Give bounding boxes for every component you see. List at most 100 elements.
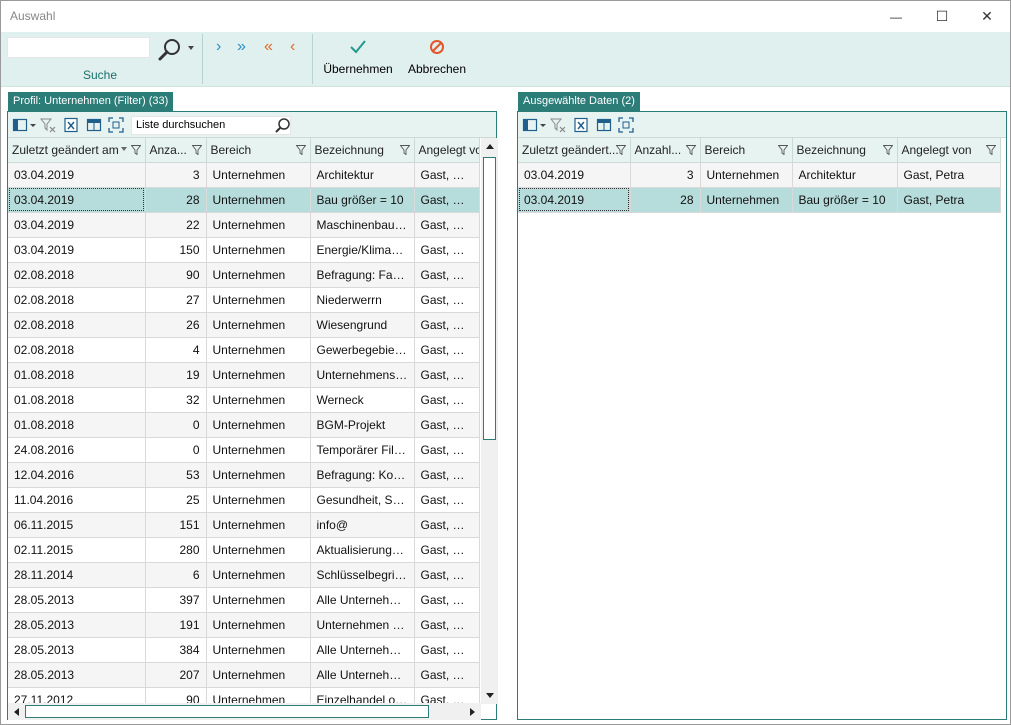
cell-count: 22	[145, 212, 207, 238]
table-row[interactable]: 03.04.2019 3 Unternehmen Architektur Gast, P…	[518, 162, 1001, 188]
scroll-down-button[interactable]	[481, 687, 498, 704]
table-row[interactable]: 01.08.2018 0 Unternehmen BGM-Projekt Gast, P…	[8, 412, 480, 438]
excel-export-icon[interactable]	[63, 117, 79, 133]
filter-icon[interactable]	[191, 145, 202, 155]
column-header-name[interactable]: Bezeichnung	[792, 138, 898, 163]
column-header-area[interactable]: Bereich	[700, 138, 793, 163]
column-header-count[interactable]: Anza...	[145, 138, 207, 163]
fit-columns-icon[interactable]	[108, 117, 124, 133]
fit-columns-icon[interactable]	[618, 117, 634, 133]
clear-filter-icon[interactable]	[550, 117, 566, 133]
search-options-dropdown[interactable]	[188, 46, 194, 50]
table-row[interactable]: 02.08.2018 4 Unternehmen Gewerbegebiete... G…	[8, 337, 480, 363]
cancel-button[interactable]: Abbrechen	[405, 38, 469, 76]
cell-created-by: Gast, Petra	[414, 462, 480, 488]
cell-area: Unternehmen	[206, 662, 311, 688]
list-search-input[interactable]: Liste durchsuchen	[131, 116, 291, 135]
cell-date: 28.05.2013	[8, 587, 146, 613]
close-icon: ✕	[981, 8, 993, 24]
cell-name: Befragung: Fach...	[310, 262, 415, 288]
table-row[interactable]: 03.04.2019 3 Unternehmen Architektur Gast, P…	[8, 162, 480, 188]
filter-icon[interactable]	[777, 145, 788, 155]
table-row[interactable]: 28.11.2014 6 Unternehmen Schlüsselbegriff..…	[8, 562, 480, 588]
left-horizontal-scrollbar[interactable]	[8, 703, 481, 720]
cell-created-by: Gast, Petra	[414, 162, 480, 188]
filter-icon[interactable]	[985, 145, 996, 155]
column-header-count[interactable]: Anzahl...	[630, 138, 701, 163]
column-header-date[interactable]: Zuletzt geändert...	[518, 138, 631, 163]
table-row[interactable]: 12.04.2016 53 Unternehmen Befragung: Koop..…	[8, 462, 480, 488]
list-search-icon[interactable]	[274, 117, 291, 134]
columns-dropdown[interactable]	[30, 124, 36, 127]
table-row[interactable]: 02.08.2018 90 Unternehmen Befragung: Fach..…	[8, 262, 480, 288]
table-row[interactable]: 28.05.2013 191 Unternehmen Unternehmen mi..…	[8, 612, 480, 638]
table-row[interactable]: 01.08.2018 32 Unternehmen Werneck Gast, Petr…	[8, 387, 480, 413]
right-panel: Zuletzt geändert... Anzahl... Bereich Be…	[517, 111, 1007, 720]
column-header-date[interactable]: Zuletzt geändert am	[8, 138, 146, 163]
scroll-right-button[interactable]	[464, 703, 481, 720]
table-row[interactable]: 03.04.2019 22 Unternehmen Maschinenbau-... G…	[8, 212, 480, 238]
ribbon-separator	[202, 34, 203, 84]
table-row[interactable]: 28.05.2013 397 Unternehmen Alle Unternehme.…	[8, 587, 480, 613]
scroll-up-button[interactable]	[481, 138, 498, 155]
accept-button[interactable]: Übernehmen	[323, 38, 393, 76]
column-header-name[interactable]: Bezeichnung	[310, 138, 415, 163]
cell-area: Unternehmen	[206, 362, 311, 388]
column-header-label: Angelegt von	[418, 142, 479, 157]
layout-icon[interactable]	[596, 117, 612, 133]
move-all-back-button[interactable]: «	[264, 38, 273, 56]
filter-icon[interactable]	[295, 145, 306, 155]
filter-icon[interactable]	[399, 145, 410, 155]
filter-icon[interactable]	[882, 145, 893, 155]
search-input[interactable]	[7, 37, 150, 58]
table-row[interactable]: 03.04.2019 28 Unternehmen Bau größer = 10 Ga…	[518, 187, 1001, 213]
left-vertical-scrollbar[interactable]	[481, 138, 498, 704]
table-row[interactable]: 24.08.2016 0 Unternehmen Temporärer Filter G…	[8, 437, 480, 463]
table-row[interactable]: 02.08.2018 27 Unternehmen Niederwerrn Gast, …	[8, 287, 480, 313]
search-button[interactable]	[157, 37, 183, 63]
right-grid-header-row: Zuletzt geändert... Anzahl... Bereich Be…	[518, 138, 1001, 163]
close-button[interactable]: ✕	[964, 1, 1010, 32]
excel-export-icon[interactable]	[573, 117, 589, 133]
cell-date: 28.05.2013	[8, 662, 146, 688]
table-row[interactable]: 28.05.2013 207 Unternehmen Alle Unternehme.…	[8, 662, 480, 688]
cell-date: 02.08.2018	[8, 287, 146, 313]
columns-dropdown[interactable]	[540, 124, 546, 127]
cell-created-by: Gast, Petra	[414, 287, 480, 313]
maximize-button[interactable]: ☐	[919, 1, 965, 32]
cell-date: 03.04.2019	[8, 237, 146, 263]
columns-icon[interactable]	[522, 117, 538, 133]
filter-icon[interactable]	[685, 145, 696, 155]
table-row[interactable]: 03.04.2019 150 Unternehmen Energie/Klimasc.…	[8, 237, 480, 263]
layout-icon[interactable]	[86, 117, 102, 133]
columns-icon[interactable]	[12, 117, 28, 133]
cell-area: Unternehmen	[206, 562, 311, 588]
clear-filter-icon[interactable]	[40, 117, 56, 133]
table-row[interactable]: 03.04.2019 28 Unternehmen Bau größer = 10 Ga…	[8, 187, 480, 213]
left-panel-tab[interactable]: Profil: Unternehmen (Filter) (33)	[8, 92, 174, 111]
minimize-button[interactable]: —	[873, 1, 919, 32]
cell-area: Unternehmen	[206, 237, 311, 263]
move-back-button[interactable]: ‹	[290, 38, 295, 56]
column-header-created-by[interactable]: Angelegt von	[897, 138, 1001, 163]
table-row[interactable]: 11.04.2016 25 Unternehmen Gesundheit, Soz..…	[8, 487, 480, 513]
scroll-left-button[interactable]	[8, 703, 25, 720]
cell-name: Architektur	[792, 162, 898, 188]
scroll-thumb[interactable]	[483, 157, 496, 440]
table-row[interactable]: 02.11.2015 280 Unternehmen Aktualisierungsk…	[8, 537, 480, 563]
right-panel-tab[interactable]: Ausgewählte Daten (2)	[518, 92, 640, 111]
cell-count: 28	[630, 187, 701, 213]
table-row[interactable]: 06.11.2015 151 Unternehmen info@ Gast, Petra	[8, 512, 480, 538]
move-all-next-button[interactable]: »	[237, 38, 246, 56]
move-next-button[interactable]: ›	[216, 38, 221, 56]
cell-area: Unternehmen	[206, 262, 311, 288]
hscroll-thumb[interactable]	[25, 705, 429, 718]
filter-icon[interactable]	[130, 145, 141, 155]
column-header-created-by[interactable]: Angelegt von	[414, 138, 480, 163]
table-row[interactable]: 28.05.2013 384 Unternehmen Alle Unternehme.…	[8, 637, 480, 663]
filter-icon[interactable]	[615, 145, 626, 155]
table-row[interactable]: 02.08.2018 26 Unternehmen Wiesengrund Gast, …	[8, 312, 480, 338]
column-header-label: Angelegt von	[901, 142, 972, 157]
column-header-area[interactable]: Bereich	[206, 138, 311, 163]
table-row[interactable]: 01.08.2018 19 Unternehmen Unternehmensgr...…	[8, 362, 480, 388]
